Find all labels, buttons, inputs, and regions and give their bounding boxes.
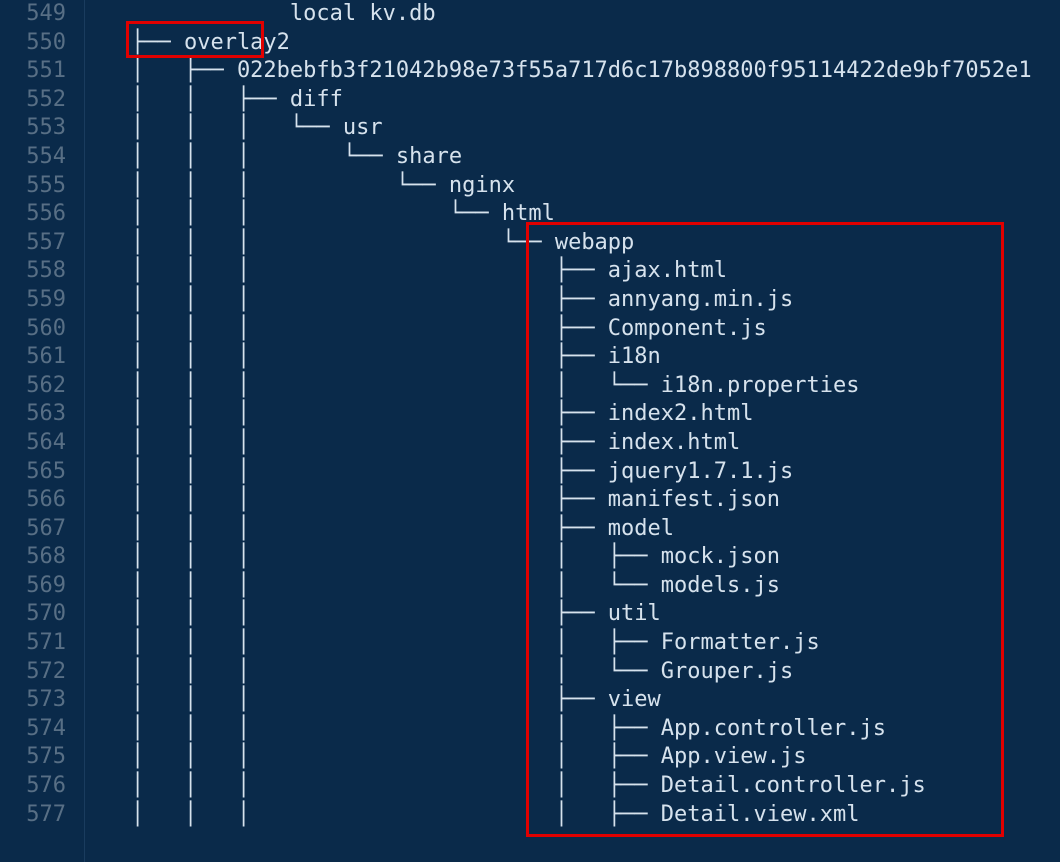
line-text: │ │ │ │ ├── Detail.view.xml — [78, 801, 859, 830]
line-text: │ │ │ ├── index.html — [78, 429, 740, 458]
code-line[interactable]: 550 ├── overlay2 — [0, 29, 1060, 58]
line-text: │ │ │ └── html — [78, 200, 555, 229]
code-line[interactable]: 553 │ │ │ └── usr — [0, 114, 1060, 143]
line-text: │ │ │ ├── index2.html — [78, 400, 754, 429]
line-text: │ │ │ │ ├── App.view.js — [78, 743, 806, 772]
code-line[interactable]: 562 │ │ │ │ └── i18n.properties — [0, 372, 1060, 401]
line-number: 575 — [0, 743, 78, 772]
line-number: 576 — [0, 772, 78, 801]
code-line[interactable]: 576 │ │ │ │ ├── Detail.controller.js — [0, 772, 1060, 801]
line-number: 563 — [0, 400, 78, 429]
line-number: 555 — [0, 172, 78, 201]
line-text: │ │ │ │ └── i18n.properties — [78, 372, 859, 401]
code-line[interactable]: 565 │ │ │ ├── jquery1.7.1.js — [0, 458, 1060, 487]
line-text: │ │ │ │ └── Grouper.js — [78, 658, 793, 687]
line-text: local kv.db — [78, 0, 436, 29]
code-line[interactable]: 558 │ │ │ ├── ajax.html — [0, 257, 1060, 286]
code-line[interactable]: 549 local kv.db — [0, 0, 1060, 29]
line-text: ├── overlay2 — [78, 29, 290, 58]
line-text: │ │ │ ├── util — [78, 600, 661, 629]
line-number: 550 — [0, 29, 78, 58]
code-line[interactable]: 561 │ │ │ ├── i18n — [0, 343, 1060, 372]
code-line[interactable]: 564 │ │ │ ├── index.html — [0, 429, 1060, 458]
line-number: 565 — [0, 458, 78, 487]
line-text: │ │ │ │ └── models.js — [78, 572, 780, 601]
line-text: │ │ │ ├── i18n — [78, 343, 661, 372]
line-number: 571 — [0, 629, 78, 658]
line-number: 564 — [0, 429, 78, 458]
code-line[interactable]: 552 │ │ ├── diff — [0, 86, 1060, 115]
line-text: │ │ │ ├── manifest.json — [78, 486, 780, 515]
line-number: 570 — [0, 600, 78, 629]
line-number: 551 — [0, 57, 78, 86]
line-text: │ │ │ │ ├── mock.json — [78, 543, 780, 572]
line-text: │ │ │ └── webapp — [78, 229, 634, 258]
line-number: 559 — [0, 286, 78, 315]
line-text: │ │ ├── diff — [78, 86, 343, 115]
line-text: │ │ │ ├── jquery1.7.1.js — [78, 458, 793, 487]
line-number: 554 — [0, 143, 78, 172]
line-text: │ │ │ ├── view — [78, 686, 661, 715]
line-number: 549 — [0, 0, 78, 29]
line-number: 569 — [0, 572, 78, 601]
code-line[interactable]: 551 │ ├── 022bebfb3f21042b98e73f55a717d6… — [0, 57, 1060, 86]
code-line[interactable]: 572 │ │ │ │ └── Grouper.js — [0, 658, 1060, 687]
code-line[interactable]: 554 │ │ │ └── share — [0, 143, 1060, 172]
code-line[interactable]: 568 │ │ │ │ ├── mock.json — [0, 543, 1060, 572]
code-line[interactable]: 557 │ │ │ └── webapp — [0, 229, 1060, 258]
line-number: 572 — [0, 658, 78, 687]
code-line[interactable]: 577 │ │ │ │ ├── Detail.view.xml — [0, 801, 1060, 830]
code-line[interactable]: 556 │ │ │ └── html — [0, 200, 1060, 229]
code-line[interactable]: 574 │ │ │ │ ├── App.controller.js — [0, 715, 1060, 744]
code-line[interactable]: 575 │ │ │ │ ├── App.view.js — [0, 743, 1060, 772]
line-text: │ │ │ │ ├── Formatter.js — [78, 629, 820, 658]
line-number: 567 — [0, 515, 78, 544]
line-number: 577 — [0, 801, 78, 830]
code-line[interactable]: 566 │ │ │ ├── manifest.json — [0, 486, 1060, 515]
code-line[interactable]: 571 │ │ │ │ ├── Formatter.js — [0, 629, 1060, 658]
code-line[interactable]: 555 │ │ │ └── nginx — [0, 172, 1060, 201]
line-text: │ │ │ └── usr — [78, 114, 383, 143]
line-number: 568 — [0, 543, 78, 572]
code-line[interactable]: 563 │ │ │ ├── index2.html — [0, 400, 1060, 429]
line-text: │ ├── 022bebfb3f21042b98e73f55a717d6c17b… — [78, 57, 1032, 86]
line-number: 558 — [0, 257, 78, 286]
line-text: │ │ │ │ ├── App.controller.js — [78, 715, 886, 744]
line-number: 556 — [0, 200, 78, 229]
line-number: 561 — [0, 343, 78, 372]
code-line[interactable]: 567 │ │ │ ├── model — [0, 515, 1060, 544]
code-line[interactable]: 560 │ │ │ ├── Component.js — [0, 315, 1060, 344]
line-number: 553 — [0, 114, 78, 143]
line-number: 560 — [0, 315, 78, 344]
line-number: 552 — [0, 86, 78, 115]
code-editor[interactable]: 549 local kv.db550 ├── overlay2551 │ ├──… — [0, 0, 1060, 862]
code-line[interactable]: 570 │ │ │ ├── util — [0, 600, 1060, 629]
line-text: │ │ │ ├── ajax.html — [78, 257, 727, 286]
line-number: 562 — [0, 372, 78, 401]
code-line[interactable]: 573 │ │ │ ├── view — [0, 686, 1060, 715]
line-text: │ │ │ └── nginx — [78, 172, 515, 201]
line-number: 573 — [0, 686, 78, 715]
line-number: 566 — [0, 486, 78, 515]
code-line[interactable]: 559 │ │ │ ├── annyang.min.js — [0, 286, 1060, 315]
line-number: 557 — [0, 229, 78, 258]
code-line[interactable]: 569 │ │ │ │ └── models.js — [0, 572, 1060, 601]
line-text: │ │ │ ├── annyang.min.js — [78, 286, 793, 315]
line-text: │ │ │ └── share — [78, 143, 462, 172]
line-text: │ │ │ ├── Component.js — [78, 315, 767, 344]
line-text: │ │ │ │ ├── Detail.controller.js — [78, 772, 926, 801]
line-text: │ │ │ ├── model — [78, 515, 674, 544]
line-number: 574 — [0, 715, 78, 744]
